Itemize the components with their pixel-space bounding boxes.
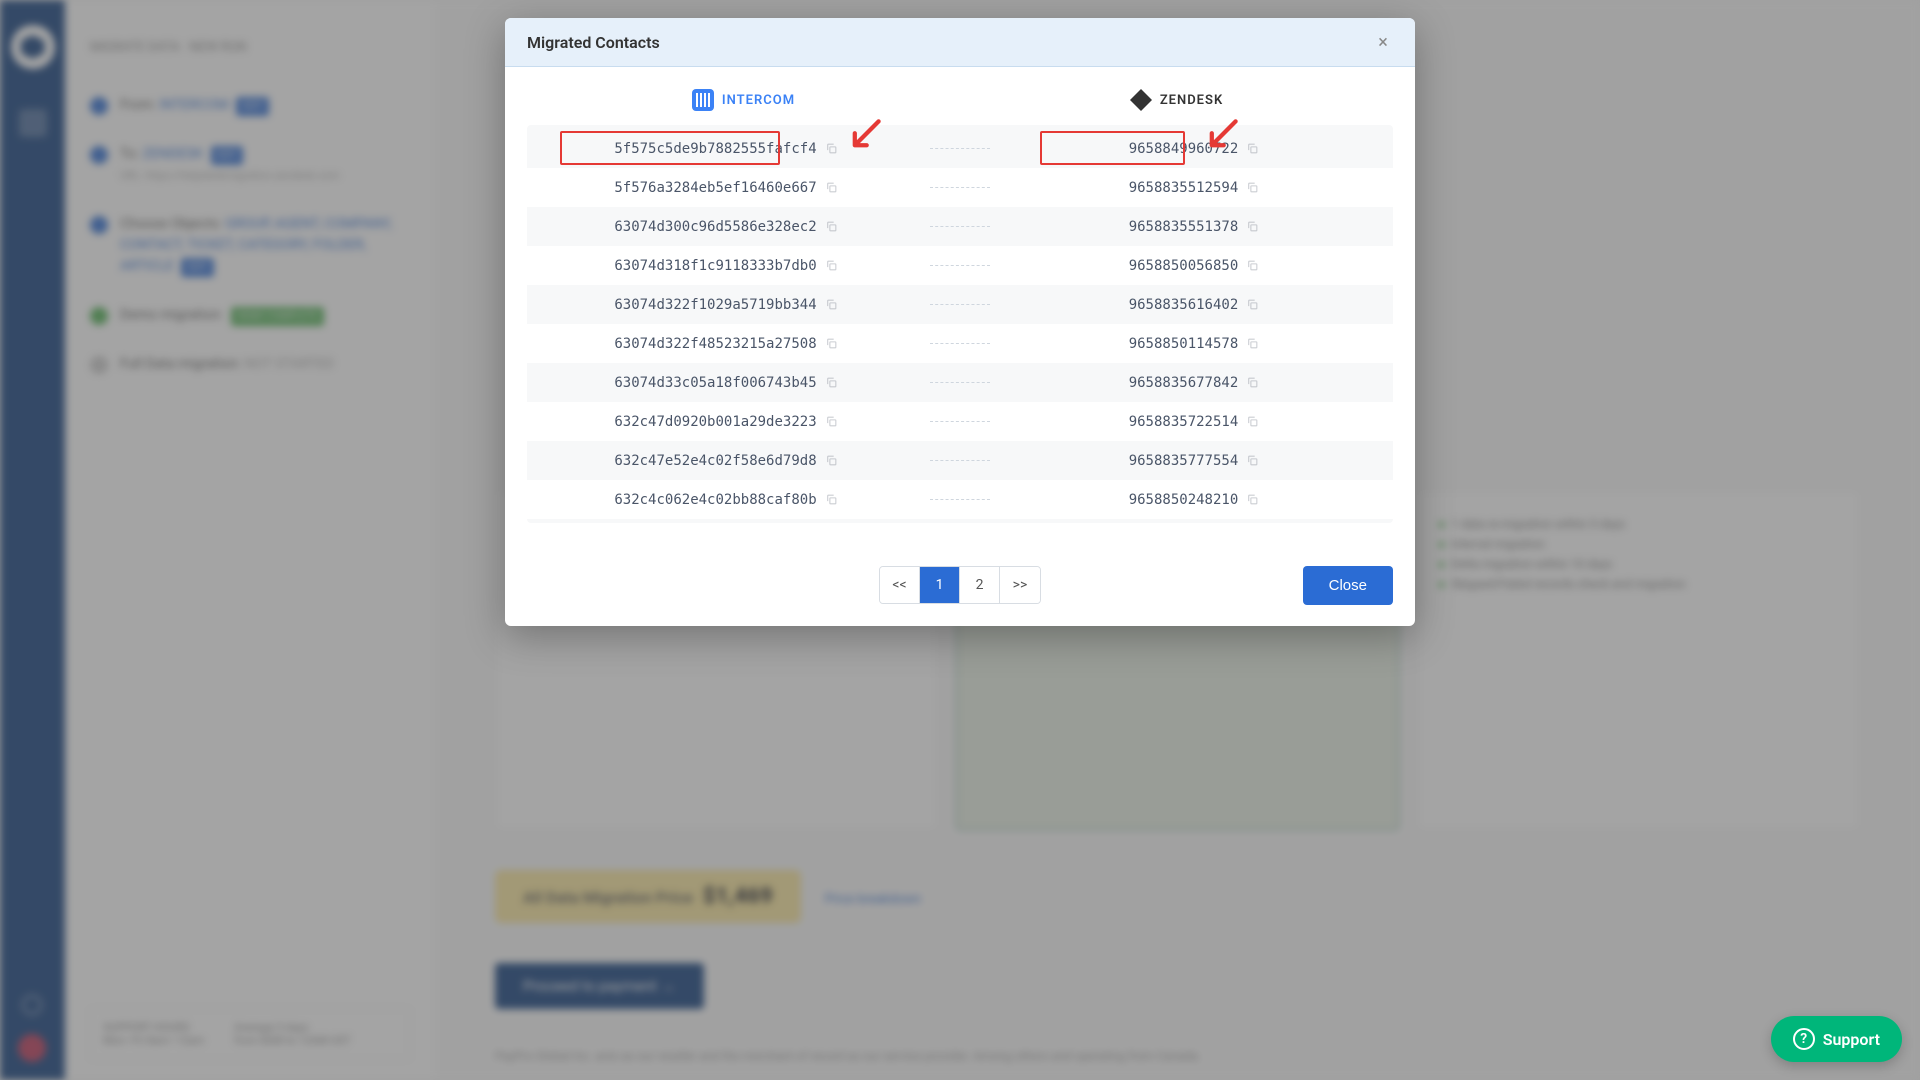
source-label: INTERCOM: [722, 93, 795, 108]
source-id: 5f575c5de9b7882555fafcf4: [614, 141, 816, 157]
page-1[interactable]: 1: [920, 567, 960, 603]
table-row: 63074d322f48523215a27508 9658850114578: [527, 324, 1393, 363]
copy-icon[interactable]: [1246, 454, 1259, 467]
close-button[interactable]: Close: [1303, 566, 1393, 605]
copy-icon[interactable]: [1246, 376, 1259, 389]
copy-icon[interactable]: [825, 220, 838, 233]
table-row: 63074d318f1c9118333b7db0 9658850056850: [527, 246, 1393, 285]
source-id: 63074d322f48523215a27508: [614, 336, 816, 352]
copy-icon[interactable]: [825, 181, 838, 194]
migrated-contacts-modal: Migrated Contacts × INTERCOM ZENDESK 5f5…: [505, 18, 1415, 626]
copy-icon[interactable]: [1246, 181, 1259, 194]
copy-icon[interactable]: [825, 454, 838, 467]
copy-icon[interactable]: [1246, 415, 1259, 428]
page-last[interactable]: >>: [1000, 567, 1040, 603]
copy-icon[interactable]: [1246, 220, 1259, 233]
target-id: 9658835512594: [1129, 180, 1239, 196]
copy-icon[interactable]: [825, 259, 838, 272]
source-id: 63074d318f1c9118333b7db0: [614, 258, 816, 274]
copy-icon[interactable]: [1246, 337, 1259, 350]
modal-close-x[interactable]: ×: [1373, 32, 1393, 52]
target-label: ZENDESK: [1160, 93, 1223, 108]
target-id: 9658835616402: [1129, 297, 1239, 313]
row-divider: [930, 421, 990, 422]
table-row: 63074d322f1029a5719bb344 9658835616402: [527, 285, 1393, 324]
modal-title: Migrated Contacts: [527, 33, 660, 52]
source-id: 63074d33c05a18f006743b45: [614, 375, 816, 391]
copy-icon[interactable]: [1246, 142, 1259, 155]
table-row: 5f575c5de9b7882555fafcf4 9658849960722: [527, 129, 1393, 168]
copy-icon[interactable]: [825, 337, 838, 350]
row-divider: [930, 382, 990, 383]
row-divider: [930, 304, 990, 305]
row-divider: [930, 226, 990, 227]
table-row: 63074d300c96d5586e328ec2 9658835551378: [527, 207, 1393, 246]
support-button[interactable]: ? Support: [1771, 1016, 1902, 1062]
intercom-logo-icon: [692, 89, 714, 111]
target-id: 9658849960722: [1129, 141, 1239, 157]
copy-icon[interactable]: [1246, 493, 1259, 506]
modal-footer: << 1 2 >> Close: [505, 548, 1415, 626]
row-divider: [930, 187, 990, 188]
row-divider: [930, 499, 990, 500]
target-id: 9658835722514: [1129, 414, 1239, 430]
table-row: 5f576a3284eb5ef16460e667 9658835512594: [527, 168, 1393, 207]
table-row: 632c47d0920b001a29de3223 9658835722514: [527, 402, 1393, 441]
source-id: 5f576a3284eb5ef16460e667: [614, 180, 816, 196]
table-row: 63074d33c05a18f006743b45 9658835677842: [527, 363, 1393, 402]
target-id: 9658835777554: [1129, 453, 1239, 469]
copy-icon[interactable]: [825, 415, 838, 428]
source-id: 632c47d0920b001a29de3223: [614, 414, 816, 430]
target-id: 9658850114578: [1129, 336, 1239, 352]
mapping-rows: 5f575c5de9b7882555fafcf496588499607225f5…: [527, 125, 1393, 523]
row-divider: [930, 265, 990, 266]
pagination: << 1 2 >>: [879, 566, 1041, 604]
source-target-header: INTERCOM ZENDESK: [527, 67, 1393, 125]
target-id: 9658835677842: [1129, 375, 1239, 391]
source-id: 63074d322f1029a5719bb344: [614, 297, 816, 313]
support-question-icon: ?: [1793, 1028, 1815, 1050]
support-label: Support: [1823, 1030, 1880, 1049]
row-divider: [930, 148, 990, 149]
target-id: 9658850056850: [1129, 258, 1239, 274]
source-id: 632c4c062e4c02bb88caf80b: [614, 492, 816, 508]
row-divider: [930, 343, 990, 344]
copy-icon[interactable]: [825, 376, 838, 389]
table-row: 632c47e52e4c02f58e6d79d8 9658835777554: [527, 441, 1393, 480]
source-id: 63074d300c96d5586e328ec2: [614, 219, 816, 235]
page-first[interactable]: <<: [880, 567, 920, 603]
page-2[interactable]: 2: [960, 567, 1000, 603]
copy-icon[interactable]: [825, 493, 838, 506]
target-id: 9658850248210: [1129, 492, 1239, 508]
copy-icon[interactable]: [825, 142, 838, 155]
modal-header: Migrated Contacts ×: [505, 18, 1415, 67]
copy-icon[interactable]: [825, 298, 838, 311]
row-divider: [930, 460, 990, 461]
copy-icon[interactable]: [1246, 259, 1259, 272]
table-row: 632c4c062e4c02bb88caf80b 9658850248210: [527, 480, 1393, 519]
target-id: 9658835551378: [1129, 219, 1239, 235]
source-id: 632c47e52e4c02f58e6d79d8: [614, 453, 816, 469]
zendesk-logo-icon: [1130, 89, 1152, 111]
copy-icon[interactable]: [1246, 298, 1259, 311]
